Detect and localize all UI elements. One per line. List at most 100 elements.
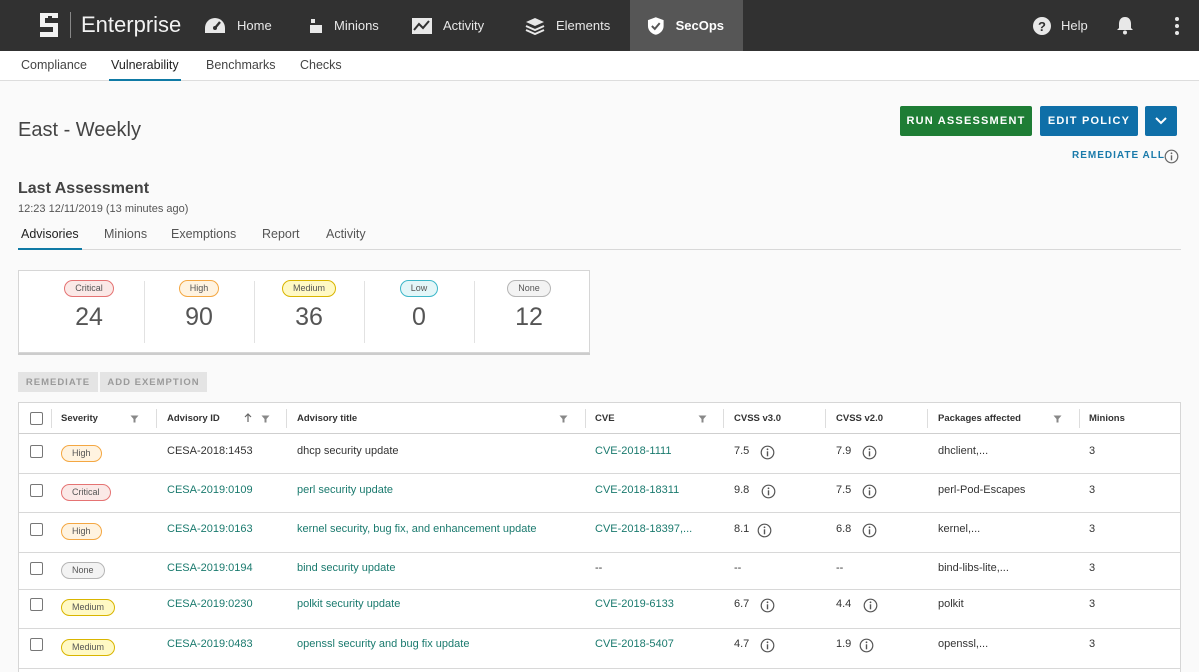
- remediate-all-link[interactable]: REMEDIATE ALL: [1072, 150, 1165, 161]
- info-icon[interactable]: [1164, 149, 1179, 164]
- cvss2-score: 4.4: [836, 598, 852, 610]
- header-advisory-id[interactable]: Advisory ID: [167, 403, 220, 434]
- row-checkbox[interactable]: [30, 523, 43, 536]
- cvss3-score: 7.5: [734, 445, 750, 457]
- nav-minions-label: Minions: [334, 18, 379, 33]
- advisory-id-link[interactable]: CESA-2019:0483: [167, 638, 253, 650]
- bell-icon[interactable]: [1115, 15, 1135, 35]
- nav-home-label: Home: [237, 18, 272, 33]
- advisory-id-link[interactable]: CESA-2019:0230: [167, 598, 253, 610]
- packages-affected: perl-Pod-Escapes: [938, 484, 1026, 496]
- cvss3-score: 9.8: [734, 484, 750, 496]
- filter-icon[interactable]: [698, 415, 707, 423]
- header-cvss3[interactable]: CVSS v3.0: [734, 403, 781, 434]
- advisory-title-link[interactable]: polkit security update: [297, 598, 400, 610]
- high-count: 90: [185, 303, 213, 331]
- sort-ascending-icon[interactable]: [244, 413, 252, 423]
- filter-icon[interactable]: [130, 415, 139, 423]
- nav-activity[interactable]: Activity: [412, 0, 484, 51]
- header-cvss2[interactable]: CVSS v2.0: [836, 403, 883, 434]
- header-minions[interactable]: Minions: [1089, 403, 1125, 434]
- table-row[interactable]: Medium CESA-2019:0230 polkit security up…: [19, 590, 1180, 629]
- header-cve[interactable]: CVE: [595, 403, 615, 434]
- advisory-id-link[interactable]: CESA-2019:0163: [167, 523, 253, 535]
- severity-badge: None: [61, 562, 105, 579]
- summary-none[interactable]: None 12: [474, 280, 584, 344]
- info-icon[interactable]: [760, 638, 775, 653]
- info-icon[interactable]: [863, 598, 878, 613]
- advisories-table: Severity Advisory ID Advisory title CVE …: [18, 402, 1181, 672]
- cve-link[interactable]: CVE-2018-1111: [595, 445, 671, 457]
- advisory-title-link[interactable]: openssl security and bug fix update: [297, 638, 469, 650]
- subtab-benchmarks[interactable]: Benchmarks: [206, 51, 275, 81]
- cve-link[interactable]: CVE-2018-18311: [595, 484, 679, 496]
- row-checkbox[interactable]: [30, 562, 43, 575]
- page-title: East - Weekly: [18, 119, 141, 141]
- info-icon[interactable]: [760, 598, 775, 613]
- advisory-title-link[interactable]: kernel security, bug fix, and enhancemen…: [297, 523, 537, 535]
- add-exemption-button[interactable]: ADD EXEMPTION: [100, 372, 207, 392]
- advisory-id-link[interactable]: CESA-2019:0109: [167, 484, 253, 496]
- cvss2-score: 7.9: [836, 445, 852, 457]
- table-row[interactable]: High CESA-2019:0163 kernel security, bug…: [19, 513, 1180, 553]
- minions-count: 3: [1089, 638, 1096, 650]
- table-row[interactable]: Medium CESA-2019:0483 openssl security a…: [19, 629, 1180, 669]
- cve-link[interactable]: CVE-2018-18397,...: [595, 523, 692, 535]
- tab-activity[interactable]: Activity: [326, 221, 366, 250]
- header-advisory-title[interactable]: Advisory title: [297, 403, 357, 434]
- table-row[interactable]: Critical CESA-2019:0109 perl security up…: [19, 474, 1180, 513]
- nav-secops[interactable]: SecOps: [630, 0, 743, 51]
- summary-critical[interactable]: Critical 24: [34, 280, 144, 344]
- table-row[interactable]: High CESA-2018:1453 dhcp security update…: [19, 435, 1180, 474]
- info-icon[interactable]: [859, 638, 874, 653]
- tab-report[interactable]: Report: [262, 221, 300, 250]
- brand[interactable]: Enterprise: [36, 9, 181, 41]
- help-link[interactable]: ? Help: [1032, 0, 1088, 51]
- filter-icon[interactable]: [261, 415, 270, 423]
- tab-advisories[interactable]: Advisories: [18, 221, 82, 250]
- summary-low[interactable]: Low 0: [364, 280, 474, 344]
- cvss3-score: 4.7: [734, 638, 750, 650]
- subtab-vulnerability[interactable]: Vulnerability: [109, 51, 181, 81]
- info-icon[interactable]: [757, 523, 772, 538]
- nav-elements[interactable]: Elements: [525, 0, 610, 51]
- table-row[interactable]: None CESA-2019:0194 bind security update…: [19, 553, 1180, 590]
- cve-link[interactable]: CVE-2018-5407: [595, 638, 674, 650]
- policy-dropdown-button[interactable]: [1145, 106, 1177, 136]
- run-assessment-button[interactable]: RUN ASSESSMENT: [900, 106, 1032, 136]
- filter-icon[interactable]: [1053, 415, 1062, 423]
- filter-icon[interactable]: [559, 415, 568, 423]
- svg-text:?: ?: [1038, 19, 1046, 34]
- minions-count: 3: [1089, 598, 1096, 610]
- row-checkbox[interactable]: [30, 598, 43, 611]
- severity-badge: High: [61, 445, 102, 462]
- advisory-id-link[interactable]: CESA-2019:0194: [167, 562, 253, 574]
- remediate-button[interactable]: REMEDIATE: [18, 372, 98, 392]
- subtab-checks[interactable]: Checks: [300, 51, 342, 81]
- select-all-checkbox[interactable]: [30, 412, 43, 425]
- header-packages[interactable]: Packages affected: [938, 403, 1021, 434]
- info-icon[interactable]: [760, 445, 775, 460]
- more-menu-icon[interactable]: [1170, 16, 1184, 36]
- header-severity[interactable]: Severity: [61, 403, 98, 434]
- advisory-title-link[interactable]: perl security update: [297, 484, 393, 496]
- edit-policy-button[interactable]: EDIT POLICY: [1040, 106, 1138, 136]
- row-checkbox[interactable]: [30, 445, 43, 458]
- info-icon[interactable]: [761, 484, 776, 499]
- nav-minions[interactable]: Minions: [309, 0, 379, 51]
- nav-home[interactable]: Home: [204, 0, 272, 51]
- tab-exemptions[interactable]: Exemptions: [171, 221, 236, 250]
- row-checkbox[interactable]: [30, 484, 43, 497]
- summary-medium[interactable]: Medium 36: [254, 280, 364, 344]
- tab-minions[interactable]: Minions: [104, 221, 147, 250]
- subtab-compliance[interactable]: Compliance: [21, 51, 87, 81]
- cve-link[interactable]: CVE-2019-6133: [595, 598, 674, 610]
- info-icon[interactable]: [862, 523, 877, 538]
- advisory-title-link[interactable]: bind security update: [297, 562, 395, 574]
- layers-icon: [525, 17, 545, 35]
- info-icon[interactable]: [862, 484, 877, 499]
- column-divider: [1079, 409, 1080, 428]
- row-checkbox[interactable]: [30, 638, 43, 651]
- info-icon[interactable]: [862, 445, 877, 460]
- summary-high[interactable]: High 90: [144, 280, 254, 344]
